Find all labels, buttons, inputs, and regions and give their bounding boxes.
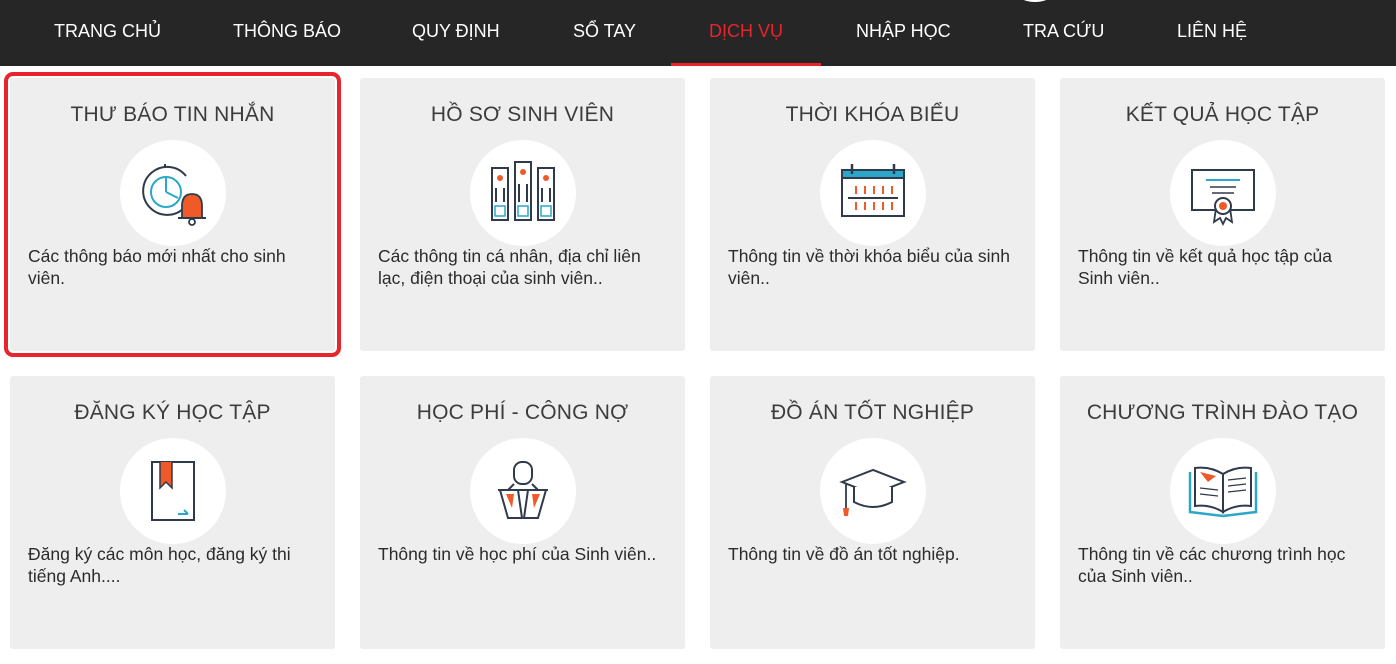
card-title: ĐĂNG KÝ HỌC TẬP — [74, 401, 271, 424]
service-card-thu-bao-tin-nhan[interactable]: THƯ BÁO TIN NHẮN Các thông báo mới nhất … — [4, 72, 341, 357]
card-description: Thông tin về thời khóa biểu của sinh viê… — [728, 246, 1010, 288]
bookmark-book-icon — [120, 438, 226, 544]
service-card-ket-qua-hoc-tap[interactable]: KẾT QUẢ HỌC TẬP Thông tin về kết quả học… — [1060, 78, 1385, 351]
card-description: Thông tin về kết quả học tập của Sinh vi… — [1078, 246, 1332, 288]
nav-item-thong-bao[interactable]: THÔNG BÁO — [233, 0, 341, 66]
card-title: THƯ BÁO TIN NHẮN — [70, 103, 275, 126]
card-description: Các thông báo mới nhất cho sinh viên. — [28, 246, 286, 288]
card-description: Các thông tin cá nhân, địa chỉ liên lạc,… — [378, 246, 641, 288]
service-card-dang-ky-hoc-tap[interactable]: ĐĂNG KÝ HỌC TẬP Đăng ký các môn học, đăn… — [10, 376, 335, 649]
service-card-do-an-tot-nghiep[interactable]: ĐỒ ÁN TỐT NGHIỆP Thông tin về đồ án tốt … — [710, 376, 1035, 649]
card-title: THỜI KHÓA BIỂU — [785, 103, 960, 126]
binders-icon — [470, 140, 576, 246]
clock-bell-icon — [120, 140, 226, 246]
nav-item-tra-cuu[interactable]: TRA CỨU — [1023, 0, 1104, 66]
graduation-cap-icon — [820, 438, 926, 544]
nav-item-trang-chu[interactable]: TRANG CHỦ — [54, 0, 161, 66]
service-card-thoi-khoa-bieu[interactable]: THỜI KHÓA BIỂU Thông tin về thời khóa bi… — [710, 78, 1035, 351]
card-title: HỒ SƠ SINH VIÊN — [430, 103, 615, 126]
nav-item-nhap-hoc[interactable]: NHẬP HỌC — [856, 0, 951, 66]
service-card-hoc-phi-cong-no[interactable]: HỌC PHÍ - CÔNG NỢ Thông tin về học phí c… — [360, 376, 685, 649]
binder-clip-icon — [470, 438, 576, 544]
card-description: Thông tin về các chương trình học của Si… — [1078, 544, 1346, 586]
certificate-icon — [1170, 140, 1276, 246]
card-description: Đăng ký các môn học, đăng ký thi tiếng A… — [28, 544, 291, 586]
card-title: HỌC PHÍ - CÔNG NỢ — [416, 401, 629, 424]
nav-item-so-tay[interactable]: SỔ TAY — [573, 0, 636, 66]
open-book-icon — [1170, 438, 1276, 544]
card-description: Thông tin về đồ án tốt nghiệp. — [728, 544, 960, 564]
nav-item-quy-dinh[interactable]: QUY ĐỊNH — [412, 0, 500, 66]
top-navbar: TRANG CHỦ THÔNG BÁO QUY ĐỊNH SỔ TAY DỊCH… — [0, 0, 1396, 66]
card-description: Thông tin về học phí của Sinh viên.. — [378, 544, 657, 564]
nav-item-dich-vu[interactable]: DỊCH VỤ — [670, 0, 822, 66]
card-title: KẾT QUẢ HỌC TẬP — [1125, 103, 1320, 126]
nav-item-lien-he[interactable]: LIÊN HỆ — [1177, 0, 1247, 66]
card-title: CHƯƠNG TRÌNH ĐÀO TẠO — [1086, 401, 1359, 424]
card-title: ĐỒ ÁN TỐT NGHIỆP — [770, 401, 975, 424]
calendar-icon — [820, 140, 926, 246]
service-card-chuong-trinh-dao-tao[interactable]: CHƯƠNG TRÌNH ĐÀO TẠO Thông tin về các ch… — [1060, 376, 1385, 649]
service-card-ho-so-sinh-vien[interactable]: HỒ SƠ SINH VIÊN Các thông tin cá nhân, đ… — [360, 78, 685, 351]
